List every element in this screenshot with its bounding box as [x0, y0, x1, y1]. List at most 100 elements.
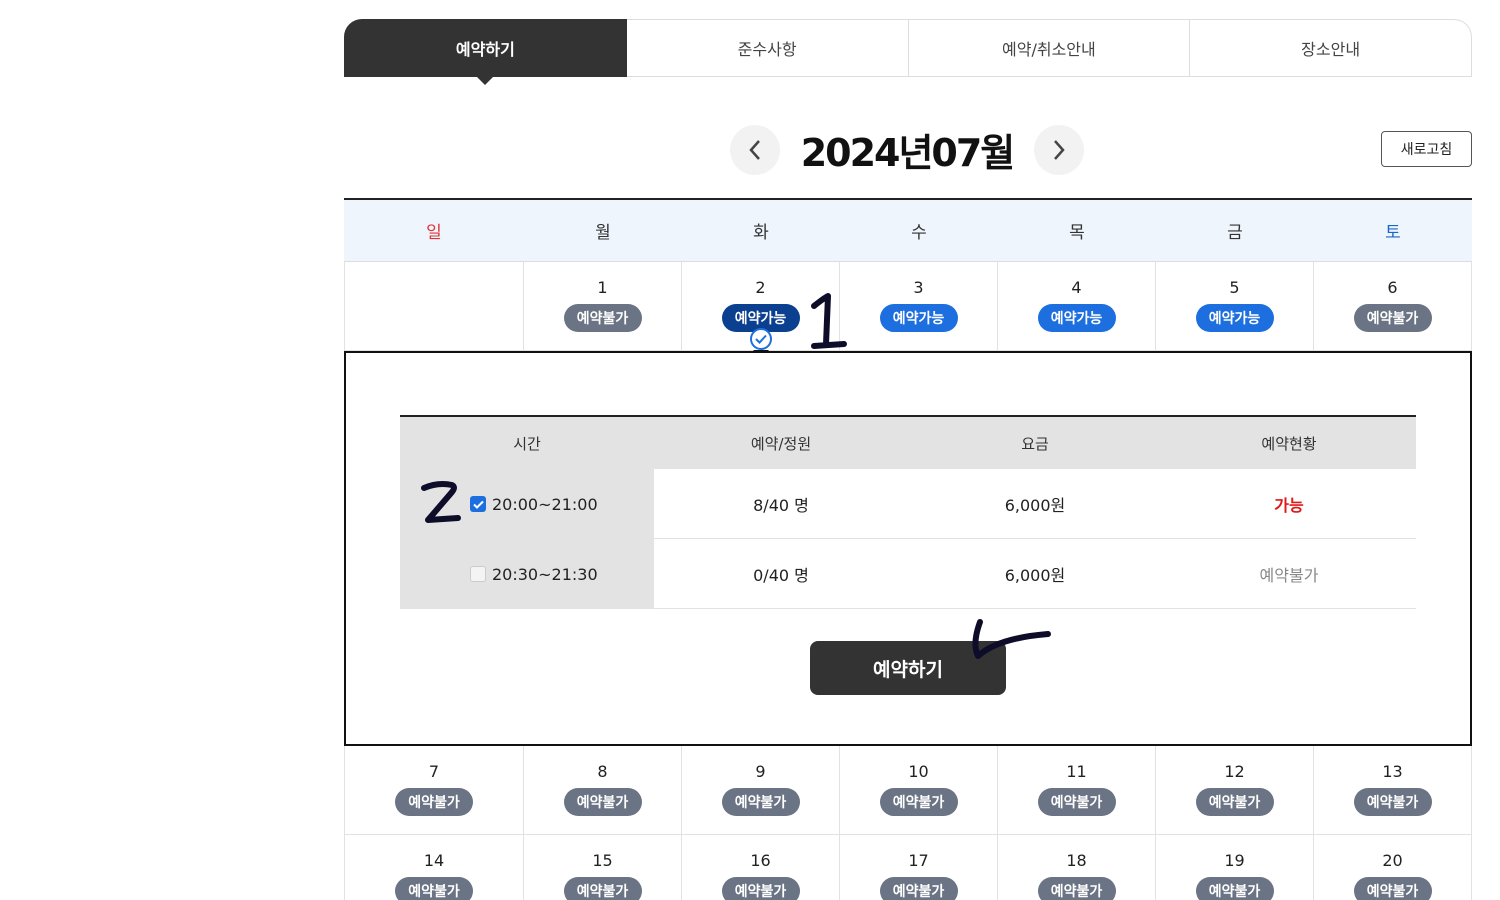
- slot-checkbox-checked[interactable]: [470, 496, 486, 512]
- weekday-thu: 목: [1069, 223, 1085, 243]
- day-number: 3: [913, 278, 924, 297]
- day-cell[interactable]: 5 예약가능: [1156, 262, 1314, 351]
- day-number: 10: [908, 762, 929, 781]
- status-badge: 예약불가: [721, 788, 800, 816]
- status-badge: 예약불가: [563, 304, 642, 332]
- reserve-submit-button[interactable]: 예약하기: [810, 641, 1006, 695]
- day-number: 4: [1071, 278, 1082, 297]
- status-cell: 예약불가: [1162, 539, 1416, 609]
- status-badge: 예약불가: [1037, 788, 1116, 816]
- time-slot-panel: 시간 예약/정원 요금 예약현황 20:00~21:00 8/40 명 6,00…: [344, 351, 1472, 746]
- status-badge[interactable]: 예약가능: [1037, 304, 1116, 332]
- time-cell: 20:30~21:30: [400, 539, 654, 609]
- day-number: 13: [1382, 762, 1403, 781]
- status-badge: 예약불가: [563, 877, 642, 900]
- weekday-wed: 수: [911, 223, 927, 243]
- weekday-header: 일 월 화 수 목 금 토: [344, 198, 1472, 262]
- day-cell: 16 예약불가: [682, 835, 840, 900]
- day-cell: 8 예약불가: [524, 746, 682, 835]
- day-number: 11: [1066, 762, 1087, 781]
- day-cell: 15 예약불가: [524, 835, 682, 900]
- table-row: 20:00~21:00 8/40 명 6,000원 가능: [400, 469, 1416, 539]
- weekday-sat: 토: [1385, 223, 1401, 243]
- refresh-button[interactable]: 새로고침: [1381, 131, 1472, 167]
- day-number: 20: [1382, 851, 1403, 870]
- tab-cancel-info[interactable]: 예약/취소안내: [908, 19, 1191, 77]
- capacity-cell: 0/40 명: [654, 539, 908, 609]
- day-number: 9: [755, 762, 766, 781]
- day-cell[interactable]: 3 예약가능: [840, 262, 998, 351]
- day-number: 14: [423, 851, 445, 870]
- status-badge: 예약불가: [1353, 788, 1432, 816]
- calendar-week: 7 예약불가 8 예약불가 9 예약불가 10 예약불가 11 예약불가 12 …: [344, 746, 1472, 835]
- weekday-fri: 금: [1227, 223, 1243, 243]
- day-cell: 13 예약불가: [1314, 746, 1472, 835]
- day-number: 7: [428, 762, 440, 781]
- day-cell: 14 예약불가: [344, 835, 524, 900]
- status-badge: 예약불가: [1353, 877, 1432, 900]
- table-row: 20:30~21:30 0/40 명 6,000원 예약불가: [400, 539, 1416, 609]
- day-cell-selected[interactable]: 2 예약가능: [682, 262, 840, 358]
- empty-day-cell: [344, 262, 524, 351]
- status-badge: 예약불가: [1195, 877, 1274, 900]
- day-number: 2: [755, 278, 766, 297]
- day-cell: 17 예약불가: [840, 835, 998, 900]
- column-header: 요금: [908, 417, 1162, 469]
- status-badge: 예약불가: [395, 788, 473, 816]
- day-number: 12: [1224, 762, 1245, 781]
- status-badge: 예약불가: [879, 788, 958, 816]
- capacity-cell: 8/40 명: [654, 469, 908, 539]
- status-badge: 예약불가: [395, 877, 473, 900]
- day-cell: 11 예약불가: [998, 746, 1156, 835]
- tab-location[interactable]: 장소안내: [1190, 19, 1472, 77]
- time-slot-table: 시간 예약/정원 요금 예약현황 20:00~21:00 8/40 명 6,00…: [400, 415, 1416, 609]
- tab-bar: 예약하기 준수사항 예약/취소안내 장소안내: [344, 19, 1472, 85]
- day-cell: 10 예약불가: [840, 746, 998, 835]
- time-label: 20:00~21:00: [492, 494, 598, 514]
- day-number: 8: [597, 762, 608, 781]
- column-header: 예약현황: [1162, 417, 1416, 469]
- calendar-week: 14 예약불가 15 예약불가 16 예약불가 17 예약불가 18 예약불가 …: [344, 835, 1472, 900]
- day-cell: 12 예약불가: [1156, 746, 1314, 835]
- status-badge[interactable]: 예약가능: [879, 304, 958, 332]
- price-cell: 6,000원: [908, 539, 1162, 609]
- chevron-right-icon: [1054, 139, 1065, 160]
- day-cell: 18 예약불가: [998, 835, 1156, 900]
- day-cell[interactable]: 4 예약가능: [998, 262, 1156, 351]
- day-number: 6: [1387, 278, 1398, 297]
- status-badge: 예약불가: [1037, 877, 1116, 900]
- column-header: 예약/정원: [654, 417, 908, 469]
- month-title: 2024년07월: [800, 131, 1016, 175]
- day-cell: 9 예약불가: [682, 746, 840, 835]
- calendar-week: 1 예약불가 2 예약가능 3 예약가능 4 예약가능 5 예약가능 6 예약불…: [344, 262, 1472, 358]
- day-number: 19: [1224, 851, 1245, 870]
- next-month-button[interactable]: [1034, 124, 1084, 175]
- slot-checkbox-disabled: [470, 566, 486, 582]
- day-number: 16: [750, 851, 771, 870]
- prev-month-button[interactable]: [730, 124, 780, 175]
- day-cell: 1 예약불가: [524, 262, 682, 351]
- weekday-tue: 화: [753, 223, 769, 243]
- day-cell: 7 예약불가: [344, 746, 524, 835]
- tab-reserve[interactable]: 예약하기: [344, 19, 627, 85]
- status-badge: 예약불가: [563, 788, 642, 816]
- time-cell[interactable]: 20:00~21:00: [400, 469, 654, 539]
- tab-rules[interactable]: 준수사항: [626, 19, 909, 77]
- status-badge: 예약불가: [721, 877, 800, 900]
- weekday-sun: 일: [426, 223, 442, 243]
- day-number: 1: [597, 278, 608, 297]
- day-cell: 6 예약불가: [1314, 262, 1472, 351]
- table-header-row: 시간 예약/정원 요금 예약현황: [400, 417, 1416, 469]
- status-badge: 예약불가: [1353, 304, 1432, 332]
- day-number: 17: [908, 851, 929, 870]
- chevron-left-icon: [749, 139, 760, 160]
- check-circle-icon: [750, 328, 772, 350]
- status-cell: 가능: [1162, 469, 1416, 539]
- month-navigation: 2024년07월: [730, 122, 1084, 177]
- day-cell: 19 예약불가: [1156, 835, 1314, 900]
- day-number: 5: [1229, 278, 1240, 297]
- price-cell: 6,000원: [908, 469, 1162, 539]
- status-badge[interactable]: 예약가능: [1195, 304, 1274, 332]
- status-badge: 예약불가: [1195, 788, 1274, 816]
- time-label: 20:30~21:30: [492, 564, 598, 584]
